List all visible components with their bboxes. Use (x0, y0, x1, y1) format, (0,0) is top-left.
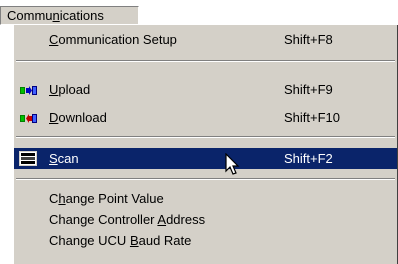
menu-item-change-point-value[interactable]: Change Point Value (14, 189, 397, 209)
mouse-pointer-icon (225, 153, 240, 175)
menu-item-label: Upload (49, 82, 91, 97)
menu-item-label: Change UCU Baud Rate (49, 233, 192, 248)
menu-item-label: Change Point Value (49, 191, 164, 206)
download-icon (20, 114, 37, 123)
menu-separator (16, 178, 395, 180)
menu-item-communication-setup[interactable]: Communication Setup Shift+F8 (14, 30, 397, 50)
menu-item-label: Scan (49, 151, 79, 166)
menu-item-label: Communication Setup (49, 32, 177, 47)
menu-item-shortcut: Shift+F2 (284, 151, 333, 166)
menu-communications-label: Communications (7, 8, 104, 23)
menu-item-scan[interactable]: Scan Shift+F2 (14, 148, 397, 169)
upload-icon (20, 86, 37, 95)
menu-separator (16, 60, 395, 62)
menu-communications[interactable]: Communications (0, 6, 139, 25)
menu-separator (16, 136, 395, 138)
menu-item-upload[interactable]: Upload Shift+F9 (14, 80, 397, 100)
menu-item-label: Change Controller Address (49, 212, 206, 227)
menu-item-change-ucu-baud-rate[interactable]: Change UCU Baud Rate (14, 231, 397, 251)
menu-item-shortcut: Shift+F10 (284, 110, 341, 125)
menu-item-shortcut: Shift+F8 (284, 32, 333, 47)
menu-item-label: Download (49, 110, 107, 125)
menu-item-download[interactable]: Download Shift+F10 (14, 108, 397, 128)
scan-icon (19, 151, 37, 166)
communications-dropdown-menu: Communication Setup Shift+F8 Upload Shif… (13, 24, 398, 264)
menu-item-shortcut: Shift+F9 (284, 82, 333, 97)
menu-item-change-controller-address[interactable]: Change Controller Address (14, 210, 397, 230)
